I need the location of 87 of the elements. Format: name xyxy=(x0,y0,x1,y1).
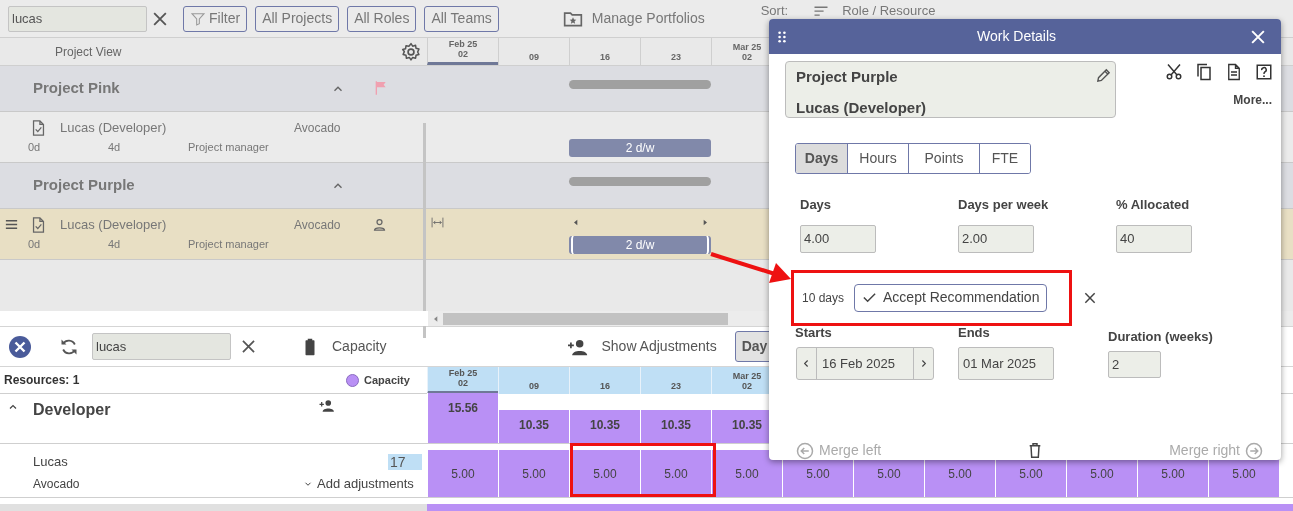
pencil-icon[interactable] xyxy=(1095,67,1112,84)
triangle-left-icon[interactable] xyxy=(572,218,580,227)
team-name: Avocado xyxy=(294,119,342,137)
check-icon xyxy=(862,290,878,305)
project-name: Project Pink xyxy=(33,78,121,99)
manage-portfolios-link[interactable]: Manage Portfolios xyxy=(591,8,705,29)
timeline-header-cell: 23 xyxy=(640,367,711,394)
assignment-name: Lucas (Developer) xyxy=(60,215,168,234)
copy-icon[interactable] xyxy=(1195,63,1213,81)
date-field[interactable]: 01 Mar 2025 xyxy=(958,347,1054,380)
scissors-icon[interactable] xyxy=(1165,63,1183,81)
arrow-right-circle-icon xyxy=(1245,441,1263,460)
drag-handle-icon[interactable] xyxy=(4,217,19,232)
person-icon[interactable] xyxy=(372,217,387,232)
scrollbar[interactable] xyxy=(423,123,426,338)
role-name: Project manager xyxy=(188,140,269,155)
field-label: Duration (weeks) xyxy=(1108,327,1213,346)
project-title: Project Purple xyxy=(796,67,898,87)
drag-grip-icon[interactable] xyxy=(776,28,788,45)
allocation-bar[interactable]: 2 d/w xyxy=(569,139,711,157)
field-label: Ends xyxy=(958,323,991,342)
timeline-header-cell: 16 xyxy=(569,367,640,394)
sort-value[interactable]: Role / Resource xyxy=(842,4,936,18)
scrollbar-thumb[interactable] xyxy=(443,312,728,325)
close-circle-icon[interactable] xyxy=(8,334,32,359)
number-field[interactable]: 2.00 xyxy=(958,224,1034,253)
project-name: Project Purple xyxy=(33,175,136,196)
clear-icon[interactable] xyxy=(239,337,258,356)
capacity-badge: 17 xyxy=(388,454,422,470)
search-field[interactable]: lucas xyxy=(92,333,231,360)
capacity-toggle[interactable]: Capacity xyxy=(332,336,387,357)
accept-recommendation-button[interactable]: Accept Recommendation xyxy=(854,283,1048,312)
duration: 4d xyxy=(108,237,122,252)
number-field[interactable]: 40 xyxy=(1116,224,1192,253)
legend-label: Capacity xyxy=(364,372,410,388)
settings-icon[interactable] xyxy=(401,41,422,62)
date-value: 16 Feb 2025 xyxy=(821,355,896,373)
unit-tab[interactable]: Days xyxy=(796,144,847,173)
total-cell: 10.35 xyxy=(498,410,569,443)
add-adjustments-link[interactable]: Add adjustments xyxy=(317,474,414,494)
capacity-cell: 5.00 xyxy=(498,450,569,497)
number-field[interactable]: 2 xyxy=(1108,351,1161,378)
timeline-header-cell: 09 xyxy=(498,38,569,65)
dialog-title: Work Details xyxy=(977,27,1058,46)
document-check-icon xyxy=(30,215,47,234)
person-add-icon[interactable] xyxy=(318,398,336,413)
assignment-name: Lucas (Developer) xyxy=(60,118,168,137)
more-link[interactable]: More... xyxy=(1233,91,1272,109)
timeline-header-cell: 16 xyxy=(569,38,640,65)
capacity-cell: 5.00 xyxy=(711,450,782,497)
filter-button[interactable]: All Teams xyxy=(424,5,499,32)
team-name: Avocado xyxy=(33,476,81,493)
total-cell: 10.35 xyxy=(569,410,640,443)
unit-tab[interactable]: FTE xyxy=(979,144,1030,173)
resources-count: Resources: 1 xyxy=(4,372,81,389)
filter-button[interactable]: All Roles xyxy=(347,5,417,32)
resource-name: Lucas xyxy=(33,453,69,472)
triangle-right-icon[interactable] xyxy=(701,218,709,227)
recommendation-text: 10 days xyxy=(802,289,845,307)
timeline-header-cell: Feb 25 02 xyxy=(427,367,498,394)
role-name: Project manager xyxy=(188,237,269,252)
timeline-header-cell: 09 xyxy=(498,367,569,394)
filter-button[interactable]: All Projects xyxy=(255,5,340,32)
start-offset: 0d xyxy=(28,140,42,155)
sort-label: Sort: xyxy=(760,4,789,18)
view-title: Project View xyxy=(55,43,122,61)
field-label: Starts xyxy=(795,323,833,342)
start-offset: 0d xyxy=(28,237,42,252)
resize-icon[interactable] xyxy=(429,216,446,229)
help-icon[interactable] xyxy=(1255,63,1273,81)
total-cell: 15.56 xyxy=(427,393,498,443)
allocation-bar[interactable]: 2 d/w xyxy=(569,236,711,254)
timeline-header-cell: 23 xyxy=(640,38,711,65)
role-name: Developer xyxy=(33,400,112,420)
show-adjustments-toggle[interactable]: Show Adjustments xyxy=(601,336,717,357)
document-check-icon xyxy=(30,118,47,137)
filter-button[interactable]: Filter xyxy=(183,5,248,32)
total-cell: 10.35 xyxy=(640,410,711,443)
scroll-left-icon[interactable] xyxy=(432,314,440,323)
arrow-left-circle-icon xyxy=(796,441,814,460)
capacity-cell: 5.00 xyxy=(427,450,498,497)
search-field[interactable]: lucas xyxy=(8,5,147,32)
team-name: Avocado xyxy=(294,216,342,234)
document-icon[interactable] xyxy=(1225,63,1243,81)
duration: 4d xyxy=(108,140,122,155)
capacity-cell: 5.00 xyxy=(640,450,711,497)
number-field[interactable]: 4.00 xyxy=(800,224,876,253)
